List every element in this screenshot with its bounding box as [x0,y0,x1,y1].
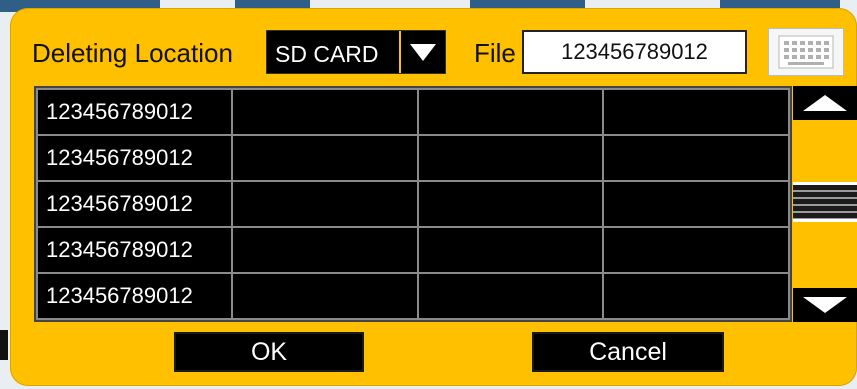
file-name-field[interactable]: 123456789012 [522,30,747,74]
keyboard-icon [778,35,834,69]
table-cell[interactable] [602,226,790,274]
deleting-location-label: Deleting Location [32,38,233,68]
table-row[interactable]: 123456789012 [36,226,790,274]
file-name-cell[interactable]: 123456789012 [36,134,233,182]
file-table: 123456789012 123456789012 123456789012 1234… [36,88,790,320]
table-cell[interactable] [416,272,605,320]
table-cell[interactable] [231,180,419,228]
table-cell[interactable] [416,180,605,228]
table-cell[interactable] [416,134,605,182]
arrow-down-icon[interactable] [793,288,857,322]
location-dropdown-value: SD CARD [275,41,379,67]
table-cell[interactable] [231,272,419,320]
table-row[interactable]: 123456789012 [36,88,790,136]
file-name-cell[interactable]: 123456789012 [36,226,233,274]
table-cell[interactable] [416,226,605,274]
keyboard-button[interactable] [768,28,844,76]
ok-button[interactable]: OK [174,332,364,372]
table-cell[interactable] [602,272,790,320]
file-list: 123456789012 123456789012 123456789012 1234… [34,86,792,322]
delete-file-dialog: Deleting Location SD CARD File 123456789… [10,8,857,386]
background-edge [0,330,8,360]
cancel-button[interactable]: Cancel [532,332,724,372]
table-cell[interactable] [602,180,790,228]
file-name-cell[interactable]: 123456789012 [36,88,233,136]
table-cell[interactable] [231,88,419,136]
location-dropdown[interactable]: SD CARD [266,30,446,74]
table-row[interactable]: 123456789012 [36,134,790,182]
chevron-down-icon[interactable] [399,31,445,73]
table-cell[interactable] [231,134,419,182]
table-row[interactable]: 123456789012 [36,180,790,228]
file-name-cell[interactable]: 123456789012 [36,272,233,320]
arrow-up-icon[interactable] [793,86,857,120]
file-label: File [474,38,516,68]
table-cell[interactable] [231,226,419,274]
table-row[interactable]: 123456789012 [36,272,790,320]
table-cell[interactable] [416,88,605,136]
table-cell[interactable] [602,134,790,182]
file-name-cell[interactable]: 123456789012 [36,180,233,228]
scrollbar[interactable] [793,86,857,322]
scroll-thumb[interactable] [793,182,857,222]
table-cell[interactable] [602,88,790,136]
